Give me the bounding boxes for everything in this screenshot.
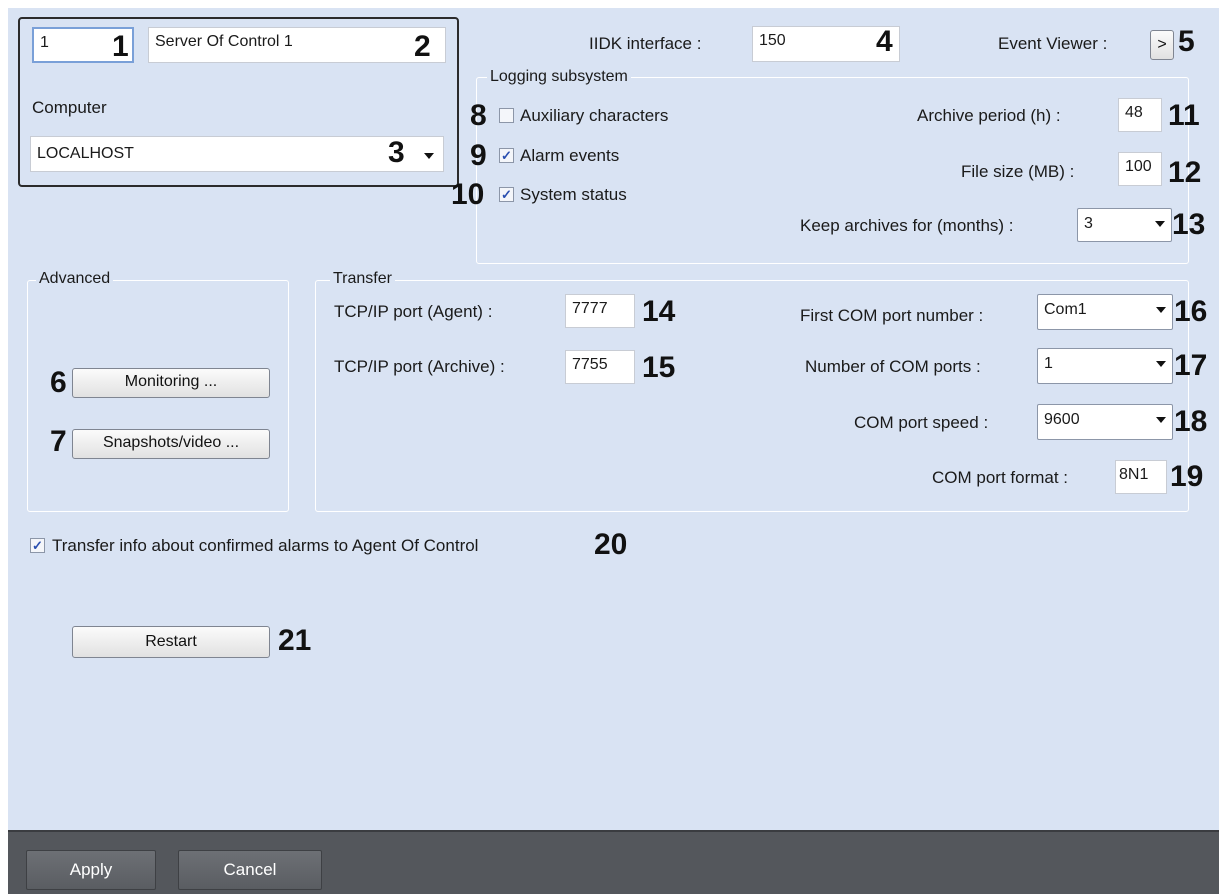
callout-number: 14 (642, 295, 676, 328)
callout-number: 12 (1168, 156, 1202, 189)
num-com-label: Number of COM ports : (805, 357, 981, 376)
file-size-label: File size (MB) : (961, 162, 1075, 181)
apply-button[interactable]: Apply (26, 850, 156, 890)
chevron-down-icon (424, 153, 434, 159)
callout-number: 18 (1174, 405, 1208, 438)
agent-port-label: TCP/IP port (Agent) : (334, 302, 493, 321)
com-speed-combo[interactable]: 9600 (1037, 404, 1173, 440)
callout-number: 16 (1174, 295, 1208, 328)
first-com-label: First COM port number : (800, 306, 984, 325)
callout-number: 17 (1174, 349, 1208, 382)
callout-number: 21 (278, 624, 312, 657)
server-name-field[interactable]: Server Of Control 1 (148, 27, 446, 63)
first-com-value: Com1 (1044, 301, 1087, 318)
com-format-field[interactable]: 8N1 (1115, 460, 1167, 494)
callout-number: 3 (388, 136, 405, 169)
iidk-label: IIDK interface : (589, 34, 702, 53)
num-com-combo[interactable]: 1 (1037, 348, 1173, 384)
logging-group-title: Logging subsystem (487, 68, 631, 86)
callout-number: 11 (1168, 99, 1200, 132)
callout-number: 13 (1172, 208, 1206, 241)
callout-number: 6 (50, 366, 67, 399)
file-size-field[interactable]: 100 (1118, 152, 1162, 186)
callout-number: 8 (470, 99, 487, 132)
callout-number: 1 (112, 30, 129, 63)
callout-number: 10 (451, 178, 485, 211)
callout-number: 20 (594, 528, 628, 561)
system-status-checkbox[interactable]: ✓ (499, 187, 514, 202)
callout-number: 7 (50, 425, 67, 458)
computer-dropdown-button[interactable] (418, 141, 440, 167)
confirmed-alarms-checkbox[interactable]: ✓ (30, 538, 45, 553)
callout-number: 19 (1170, 460, 1204, 493)
advanced-group-title: Advanced (36, 270, 114, 288)
num-com-value: 1 (1044, 355, 1053, 372)
monitoring-button[interactable]: Monitoring ... (72, 368, 270, 398)
com-format-label: COM port format : (932, 468, 1069, 487)
transfer-group-title: Transfer (330, 270, 395, 288)
system-status-label: System status (520, 185, 627, 204)
chevron-down-icon (1156, 361, 1166, 367)
computer-combo[interactable]: LOCALHOST (30, 136, 444, 172)
archive-period-label: Archive period (h) : (917, 106, 1061, 125)
callout-number: 4 (876, 25, 893, 58)
first-com-combo[interactable]: Com1 (1037, 294, 1173, 330)
auxiliary-label: Auxiliary characters (520, 106, 669, 125)
chevron-down-icon (1156, 417, 1166, 423)
callout-number: 2 (414, 30, 431, 63)
keep-archives-combo[interactable]: 3 (1077, 208, 1172, 242)
archive-period-field[interactable]: 48 (1118, 98, 1162, 132)
confirmed-alarms-label: Transfer info about confirmed alarms to … (52, 536, 479, 555)
restart-button[interactable]: Restart (72, 626, 270, 658)
com-speed-label: COM port speed : (854, 413, 989, 432)
callout-number: 9 (470, 139, 487, 172)
chevron-down-icon (1155, 221, 1165, 227)
chevron-down-icon (1156, 307, 1166, 313)
archive-port-label: TCP/IP port (Archive) : (334, 357, 505, 376)
keep-archives-value: 3 (1084, 215, 1093, 232)
alarm-events-checkbox[interactable]: ✓ (499, 148, 514, 163)
alarm-events-label: Alarm events (520, 146, 620, 165)
event-viewer-button[interactable]: > (1150, 30, 1174, 60)
event-viewer-label: Event Viewer : (998, 34, 1108, 53)
keep-archives-label: Keep archives for (months) : (800, 216, 1014, 235)
callout-number: 5 (1178, 25, 1195, 58)
callout-number: 15 (642, 351, 676, 384)
snapshots-video-button[interactable]: Snapshots/video ... (72, 429, 270, 459)
archive-port-field[interactable]: 7755 (565, 350, 635, 384)
cancel-button[interactable]: Cancel (178, 850, 322, 890)
auxiliary-checkbox[interactable] (499, 108, 514, 123)
agent-port-field[interactable]: 7777 (565, 294, 635, 328)
computer-label: Computer (32, 98, 107, 117)
com-speed-value: 9600 (1044, 411, 1080, 428)
